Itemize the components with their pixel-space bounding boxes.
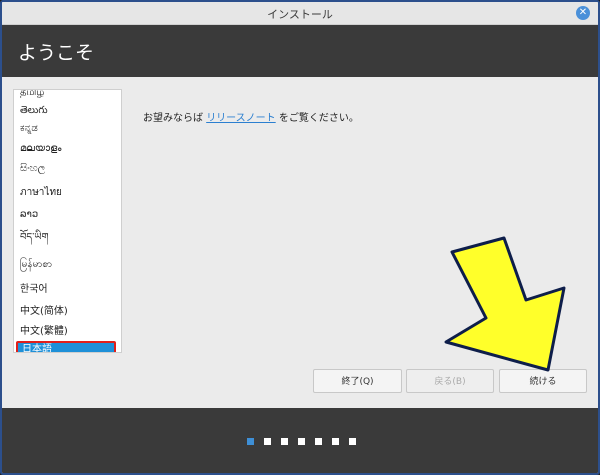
release-notes-link[interactable]: リリースノート: [206, 113, 276, 124]
installer-window: インストール ✕ ようこそ தமிழ் తెలుగు ಕನ್ನಡ മലയാളം …: [0, 0, 600, 475]
progress-dot-7: [349, 438, 356, 445]
language-item-telugu[interactable]: తెలుగు: [16, 102, 116, 120]
language-item-chinese-simplified[interactable]: 中文(简体): [16, 303, 116, 321]
language-item-lao[interactable]: ລາວ: [16, 206, 116, 224]
page-header: ようこそ: [2, 25, 598, 77]
release-notes-message: お望みならば リリースノート をご覧ください。: [143, 109, 359, 124]
progress-dot-4: [298, 438, 305, 445]
back-button[interactable]: 戻る(B): [406, 369, 494, 393]
title-bar: インストール ✕: [2, 2, 598, 25]
page-title: ようこそ: [18, 42, 95, 64]
progress-footer: [2, 408, 598, 473]
language-item-sinhala[interactable]: සිංහල: [16, 160, 116, 178]
progress-dot-5: [315, 438, 322, 445]
content-area: தமிழ் తెలుగు ಕನ್ನಡ മലയാളം සිංහල ภาษาไทย …: [2, 77, 598, 408]
quit-button[interactable]: 終了(Q): [313, 369, 402, 393]
language-item-tamil[interactable]: தமிழ்: [16, 90, 116, 102]
language-item-japanese[interactable]: 日本語: [16, 341, 116, 352]
message-prefix: お望みならば: [143, 113, 207, 124]
language-list[interactable]: தமிழ் తెలుగు ಕನ್ನಡ മലയാളം සිංහල ภาษาไทย …: [13, 89, 122, 353]
language-item-thai[interactable]: ภาษาไทย: [16, 184, 116, 202]
progress-dot-3: [281, 438, 288, 445]
language-item-tibetan[interactable]: བོད་ཡིག: [16, 229, 116, 247]
language-item-korean[interactable]: 한국어: [16, 281, 116, 299]
progress-dot-6: [332, 438, 339, 445]
language-item-chinese-traditional[interactable]: 中文(繁體): [16, 323, 116, 341]
window-title: インストール: [267, 8, 333, 21]
progress-dot-2: [264, 438, 271, 445]
message-suffix: をご覧ください。: [275, 113, 359, 124]
language-item-kannada[interactable]: ಕನ್ನಡ: [16, 120, 116, 138]
language-item-burmese[interactable]: မြန်မာစာ: [16, 256, 116, 274]
continue-button[interactable]: 続ける: [499, 369, 587, 393]
language-item-malayalam[interactable]: മലയാളം: [16, 140, 116, 158]
progress-dot-1: [247, 438, 254, 445]
close-icon[interactable]: ✕: [576, 6, 590, 20]
